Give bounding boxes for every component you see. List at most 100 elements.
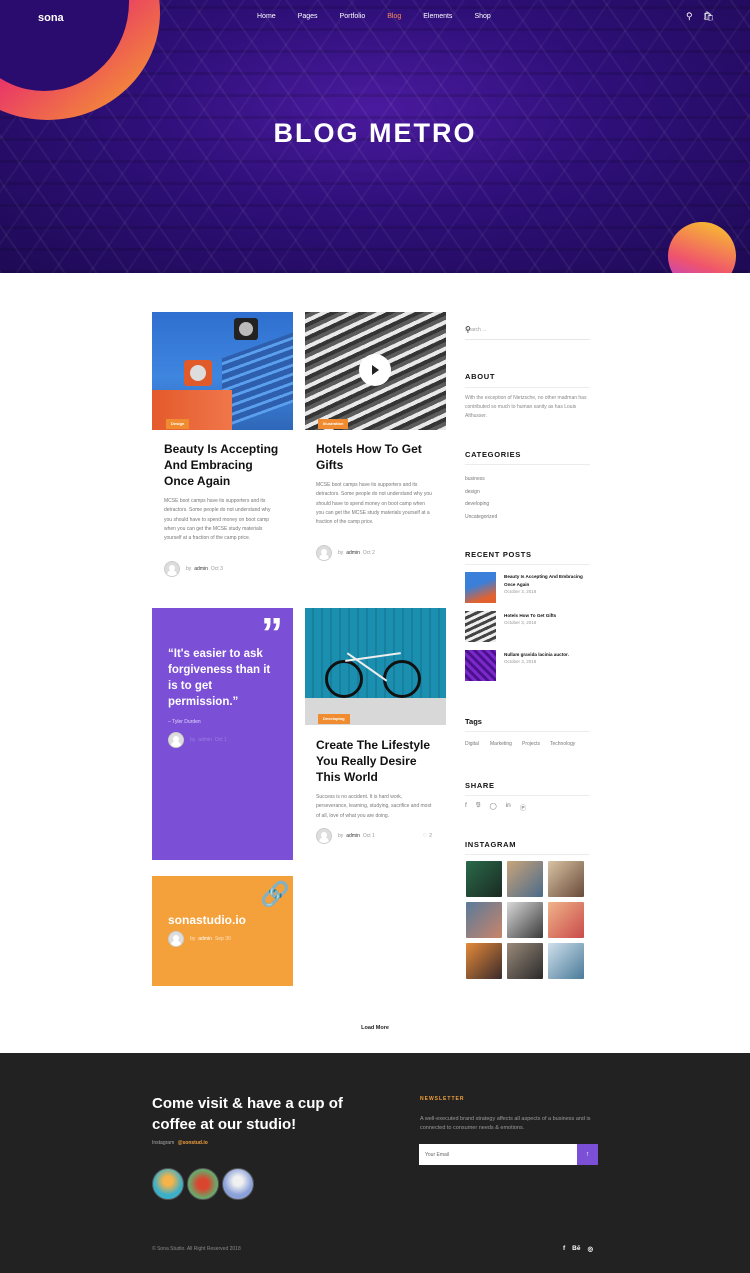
instagram-photo[interactable] <box>507 943 543 979</box>
recent-posts-heading: RECENT POSTS <box>465 550 532 559</box>
category-item[interactable]: Uncategorized <box>465 514 497 520</box>
search-icon[interactable]: ⚲ <box>686 11 693 22</box>
nav-icons: ⚲ 🛍 <box>686 11 714 22</box>
tag-item[interactable]: Projects <box>522 741 540 747</box>
load-more-button[interactable]: Load More <box>0 1025 750 1031</box>
nav-item-blog[interactable]: Blog <box>387 13 401 20</box>
nav-item-portfolio[interactable]: Portfolio <box>340 13 366 20</box>
instagram-photo[interactable] <box>466 902 502 938</box>
category-item[interactable]: design <box>465 489 480 495</box>
post-image[interactable] <box>305 608 446 725</box>
post-tag[interactable]: Developing <box>318 714 350 724</box>
link-title[interactable]: sonastudio.io <box>168 913 246 927</box>
nav-item-home[interactable]: Home <box>257 13 276 20</box>
post-author[interactable]: admin <box>198 936 212 942</box>
recent-post-date: October 3, 2018 <box>504 659 537 664</box>
nav-item-elements[interactable]: Elements <box>423 13 452 20</box>
instagram-photo[interactable] <box>466 861 502 897</box>
post-author[interactable]: admin <box>198 737 212 743</box>
recent-post-title[interactable]: Hotels How To Get Gifts <box>504 612 588 620</box>
dribbble-icon[interactable]: ◎ <box>587 1245 593 1253</box>
newsletter-text: A well-executed brand strategy affects a… <box>420 1116 591 1131</box>
post-image[interactable] <box>152 312 293 430</box>
post-meta: by admin Oct 3 <box>164 561 223 577</box>
pinterest-icon[interactable]: Ⓟ <box>520 802 527 812</box>
copyright: © Sona Studio. All Right Reserved 2018 <box>152 1246 241 1252</box>
divider <box>465 854 590 855</box>
post-tag[interactable]: Design <box>166 419 190 429</box>
share-heading: SHARE <box>465 781 495 790</box>
link-post[interactable]: 🔗 sonastudio.io by admin Sep 30 <box>152 876 293 986</box>
post-author[interactable]: admin <box>346 833 360 839</box>
sidebar-search[interactable]: Search ... ⚲ <box>465 322 590 340</box>
logo[interactable]: sona <box>38 12 64 24</box>
recent-post-title[interactable]: Nullam gravida lacinia auctor. <box>504 651 588 659</box>
post-title[interactable]: Create The Lifestyle You Really Desire T… <box>316 737 438 785</box>
instagram-photo[interactable] <box>466 943 502 979</box>
instagram-photo[interactable] <box>548 902 584 938</box>
post-by: by <box>190 936 196 942</box>
subscribe-button[interactable]: ↑ <box>577 1144 598 1165</box>
post-author[interactable]: admin <box>346 550 360 556</box>
category-item[interactable]: business <box>465 476 485 482</box>
avatar <box>164 561 180 577</box>
footer-photo[interactable] <box>222 1168 254 1200</box>
hero-banner: sona Home Pages Portfolio Blog Elements … <box>0 0 750 273</box>
post-author[interactable]: admin <box>194 566 208 572</box>
behance-icon[interactable]: Bē <box>572 1245 580 1253</box>
bicycle-wheel <box>325 660 363 698</box>
instagram-photo[interactable] <box>507 902 543 938</box>
recent-post-thumb[interactable] <box>465 572 496 603</box>
recent-post-thumb[interactable] <box>465 650 496 681</box>
instagram-photo[interactable] <box>548 861 584 897</box>
nav-item-pages[interactable]: Pages <box>298 13 318 20</box>
post-date: Oct 1 <box>214 737 227 743</box>
about-text: With the exception of Nietzsche, no othe… <box>465 395 587 419</box>
post-excerpt: MCSE boot camps have its supporters and … <box>164 498 271 542</box>
category-item[interactable]: developing <box>465 501 489 507</box>
quote-text: “It's easier to ask forgiveness than it … <box>168 648 271 708</box>
arrow-up-icon: ↑ <box>585 1151 590 1158</box>
post-title[interactable]: Beauty Is Accepting And Embracing Once A… <box>164 441 284 489</box>
instagram-photo[interactable] <box>548 943 584 979</box>
recent-post-title[interactable]: Beauty Is Accepting And Embracing Once A… <box>504 573 588 588</box>
footer-photo[interactable] <box>152 1168 184 1200</box>
search-icon[interactable]: ⚲ <box>465 325 585 334</box>
email-field[interactable] <box>419 1144 577 1165</box>
footer-photo[interactable] <box>187 1168 219 1200</box>
footer <box>0 1053 750 1273</box>
tag-item[interactable]: Marketing <box>490 741 512 747</box>
facebook-icon[interactable]: f <box>465 802 467 812</box>
divider <box>465 795 590 796</box>
linkedin-icon[interactable]: in <box>506 802 511 812</box>
post-date: Oct 2 <box>362 550 375 556</box>
footer-social: f Bē ◎ <box>563 1245 593 1253</box>
avatar <box>316 828 332 844</box>
like-count: 2 <box>429 833 432 839</box>
recent-post-thumb[interactable] <box>465 611 496 642</box>
post-meta: by admin Sep 30 <box>168 931 231 947</box>
post-image-roof <box>152 390 232 430</box>
cart-icon[interactable]: 🛍 <box>703 11 714 22</box>
tag-item[interactable]: Digital <box>465 741 479 747</box>
facebook-icon[interactable]: f <box>563 1245 565 1253</box>
categories-heading: CATEGORIES <box>465 450 522 459</box>
instagram-icon[interactable]: ◯ <box>489 802 496 812</box>
post-tag[interactable]: Illustration <box>318 419 349 429</box>
tag-item[interactable]: Technology <box>550 741 575 747</box>
play-icon[interactable] <box>359 354 391 386</box>
post-title[interactable]: Hotels How To Get Gifts <box>316 441 436 473</box>
share-icons: f 𝔓 ◯ in Ⓟ <box>465 802 526 812</box>
main-menu: Home Pages Portfolio Blog Elements Shop <box>257 13 513 20</box>
instagram-photo[interactable] <box>507 861 543 897</box>
footer-headline: Come visit & have a cup of coffee at our… <box>152 1095 343 1133</box>
nav-item-shop[interactable]: Shop <box>474 13 490 20</box>
like-icon[interactable]: ♡ <box>423 833 427 839</box>
quote-post[interactable]: ” “It's easier to ask forgiveness than i… <box>152 608 293 860</box>
post-excerpt: Success is no accident. It is hard work,… <box>316 794 432 819</box>
instagram-handle[interactable]: @sonstud.io <box>178 1140 208 1146</box>
footer-instagram: Instagram @sonstud.io <box>152 1140 208 1146</box>
post-meta: by admin Oct 2 <box>316 545 375 561</box>
twitter-icon[interactable]: 𝔓 <box>476 802 481 812</box>
post-image[interactable] <box>305 312 446 430</box>
